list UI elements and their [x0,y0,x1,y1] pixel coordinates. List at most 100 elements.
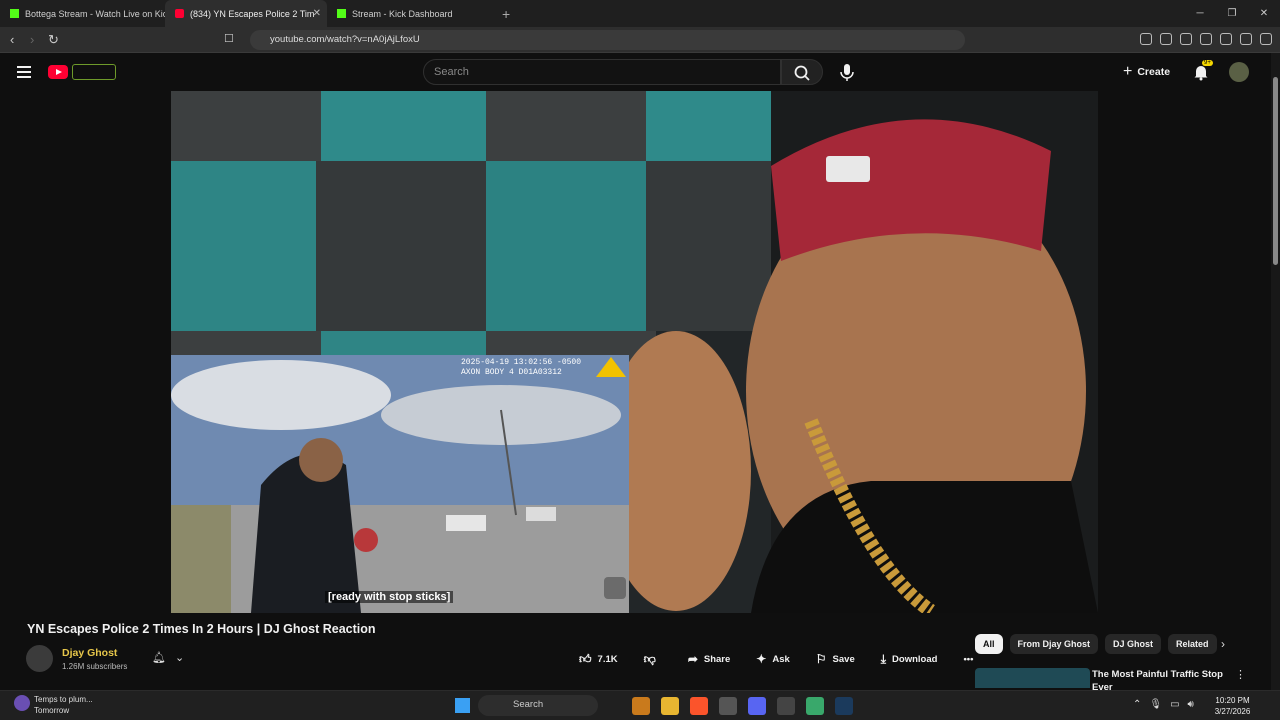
forward-icon[interactable]: › [30,32,34,47]
video-player[interactable]: 2025-04-19 13:02:56 -0500 AXON BODY 4 D0… [171,91,1098,613]
reload-icon[interactable]: ↻ [48,32,59,48]
search-button[interactable] [781,59,823,85]
windows-start-icon[interactable] [455,698,470,713]
back-icon[interactable]: ‹ [10,32,14,47]
more-vertical-icon[interactable]: ⋮ [1235,668,1246,681]
taskbar-apps [632,697,853,715]
widget-app-icon[interactable] [632,697,650,715]
taskbar-search[interactable]: Search [478,695,598,716]
file-explorer-icon[interactable] [661,697,679,715]
address-bar-row: ‹ › ↻ ☐ youtube.com/watch?v=nA0jAjLfoxU [0,27,1280,53]
extension-icon[interactable] [1200,33,1212,45]
notification-badge: 9+ [1202,60,1213,66]
youtube-logo-icon[interactable] [48,65,68,79]
window-controls: ─ ❐ ✕ [1184,0,1280,27]
windows-taskbar: Temps to plum... Tomorrow Search ⌃ 🎙︎ ▭ … [0,690,1280,720]
share-icon: ➦ [687,652,698,666]
tab-title: Stream - Kick Dashboard [352,8,453,19]
wallet-icon[interactable] [1240,33,1252,45]
user-avatar[interactable] [1229,62,1249,82]
recommendation-filter-chips: All From Djay Ghost DJ Ghost Related [975,634,1217,654]
youtube-header: Search + Create 9+ [0,53,1280,91]
close-tab-icon[interactable]: ✕ [313,8,321,19]
bodycam-picture-in-picture: 2025-04-19 13:02:56 -0500 AXON BODY 4 D0… [171,355,629,613]
bodycam-caption: [ready with stop sticks] [325,591,454,603]
hamburger-menu-icon[interactable] [17,66,31,78]
thumbs-down-icon: 👎︎ [643,651,656,666]
app-icon[interactable] [719,697,737,715]
weather-widget[interactable]: Temps to plum... Tomorrow [34,694,93,716]
chip-related[interactable]: Related [1168,634,1217,654]
bodycam-timestamp: 2025-04-19 13:02:56 -0500 AXON BODY 4 D0… [461,358,582,377]
extension-icons [1140,33,1272,45]
save-label: Save [832,653,855,665]
recommendation-thumbnail[interactable] [975,668,1090,688]
save-button[interactable]: ⚐ Save [807,647,864,671]
maximize-icon[interactable]: ❐ [1216,0,1248,27]
chevron-right-icon[interactable]: › [1221,637,1225,651]
bell-icon: 🔔︎ [152,652,166,664]
subscriber-count: 1.26M subscribers [62,662,128,671]
like-count: 7.1K [597,653,618,665]
channel-avatar[interactable] [26,645,53,672]
tab-kick-bottega[interactable]: Bottega Stream - Watch Live on Kick [0,0,165,27]
chip-dj-ghost[interactable]: DJ Ghost [1105,634,1162,654]
menu-icon[interactable] [1260,33,1272,45]
youtube-logo-icon [175,9,184,18]
thumbs-up-icon: 👍︎ [579,651,592,666]
tab-kick-dashboard[interactable]: Stream - Kick Dashboard [327,0,492,27]
new-tab-button[interactable]: + [502,6,510,22]
close-window-icon[interactable]: ✕ [1248,0,1280,27]
browser-tab-bar: Bottega Stream - Watch Live on Kick (834… [0,0,1280,27]
steam-icon[interactable] [835,697,853,715]
chevron-up-icon[interactable]: ⌃ [1133,699,1141,710]
network-icon[interactable]: ▭ [1170,699,1179,710]
sidebar-icon[interactable] [1220,33,1232,45]
channel-name[interactable]: Djay Ghost [62,647,117,659]
weather-icon[interactable] [14,695,30,711]
download-icon: ⤓ [880,651,887,666]
kick-logo-icon [337,9,346,18]
taskbar-clock[interactable]: 10:20 PM 3/27/2026 [1210,695,1255,717]
chip-all[interactable]: All [975,634,1003,654]
ask-button[interactable]: ✦ Ask [747,647,799,671]
voice-search-button[interactable] [836,59,858,85]
extension-icon[interactable] [1180,33,1192,45]
discord-icon[interactable] [748,697,766,715]
brave-browser-icon[interactable] [690,697,708,715]
sparkle-icon: ✦ [756,652,767,666]
volume-icon[interactable]: 🔊︎ [1188,699,1194,710]
scrollbar-thumb[interactable] [1273,77,1278,265]
tab-youtube-video[interactable]: (834) YN Escapes Police 2 Tim ✕ [165,0,327,27]
page-scrollbar[interactable] [1271,53,1280,690]
search-input[interactable]: Search [423,59,781,85]
youtube-doodle-logo[interactable] [72,64,116,80]
download-label: Download [892,653,938,665]
microphone-icon [840,64,854,81]
obs-icon[interactable] [777,697,795,715]
extension-icon[interactable] [1140,33,1152,45]
download-button[interactable]: ⤓ Download [872,647,947,671]
system-tray: ⌃ 🎙︎ ▭ 🔊︎ [1133,699,1194,710]
share-label: Share [703,653,731,665]
kick-logo-icon [10,9,19,18]
taskbar-search-label: Search [513,699,544,710]
like-button[interactable]: 👍︎ 7.1K [570,647,627,671]
create-button[interactable]: + Create [1123,62,1170,82]
bookmark-icon: ⚐ [815,652,827,666]
tab-title: (834) YN Escapes Police 2 Tim [190,8,315,19]
extension-icon[interactable] [1160,33,1172,45]
subscription-notifications-button[interactable]: 🔔︎ ⌄ [152,651,184,664]
bodycam-scene [171,357,626,613]
search-placeholder: Search [434,66,469,78]
microphone-icon[interactable]: 🎙︎ [1149,699,1162,710]
more-horizontal-icon: ••• [963,653,974,665]
app-icon[interactable] [806,697,824,715]
search-icon [794,65,810,81]
url-field[interactable]: youtube.com/watch?v=nA0jAjLfoxU [250,30,965,50]
dislike-button[interactable]: 👎︎ [635,647,671,671]
chip-from-channel[interactable]: From Djay Ghost [1009,634,1099,654]
share-button[interactable]: ➦ Share [679,647,739,671]
bookmark-icon[interactable]: ☐ [224,32,234,45]
minimize-icon[interactable]: ─ [1184,0,1216,27]
